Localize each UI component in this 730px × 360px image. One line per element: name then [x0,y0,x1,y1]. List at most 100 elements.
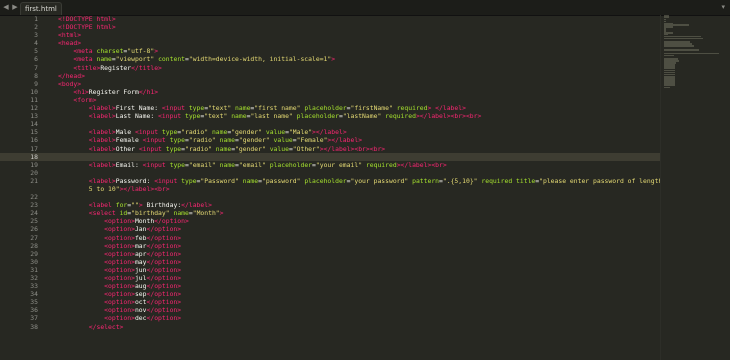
code-line[interactable]: 8 </head> [0,72,660,80]
line-number: 15 [30,128,38,137]
code-line[interactable]: 27 <option>feb</option> [0,234,660,242]
code-token: </title> [131,63,162,72]
code-line[interactable]: 11 <form> [0,96,660,104]
code-line[interactable]: 3 <html> [0,31,660,39]
line-number: 36 [30,306,38,315]
editor-window: ◀ ▶ first.html ▾ 1 <!DOCTYPE html> 2 <!DOCT… [0,0,730,360]
code-line[interactable]: 37 <option>dec</option> [0,314,660,322]
code-line[interactable]: 32 <option>jul</option> [0,274,660,282]
code-line[interactable]: 6 <meta name="viewport" content="width=d… [0,55,660,63]
code-token: type [188,104,205,113]
code-line[interactable]: 12 <label>First Name: <input type="text"… [0,104,660,112]
code-line[interactable]: 24 <select id="birthday" name="Month"> [0,209,660,217]
code-token: sep [134,290,147,299]
code-line[interactable]: 19 <label>Email: <input type="email" nam… [0,161,660,169]
code-token: <option> [104,282,135,291]
code-line[interactable]: 29 <option>apr</option> [0,250,660,258]
code-text: 5 to 10"></label><br> [58,185,170,193]
code-token: <option> [104,249,135,258]
code-token: "radio" [185,144,212,153]
code-token: required [396,104,428,113]
code-line[interactable]: 5 <meta charset="utf-8"> [0,47,660,55]
code-token: Last Name: [115,112,159,121]
code-line[interactable]: 20 [0,169,660,177]
code-token: <label> [88,112,116,121]
code-line[interactable]: 17 <label>Other <input type="radio" name… [0,145,660,153]
line-number: 6 [34,55,38,64]
line-number: 29 [30,249,38,258]
scroll-tabs-left-icon[interactable]: ◀ [2,2,10,13]
code-token: <label> [88,160,116,169]
code-token: Female [115,136,143,145]
code-line[interactable]: 1 <!DOCTYPE html> [0,15,660,23]
code-line[interactable]: 15 <label>Male <input type="radio" name=… [0,128,660,136]
code-token: "utf-8" [127,47,155,56]
tab-first-html[interactable]: first.html [20,2,62,15]
code-line[interactable]: 31 <option>jun</option> [0,266,660,274]
tab-nav-arrows: ◀ ▶ [2,2,19,13]
code-text: <option>Month</option> [58,217,189,225]
code-token: 5 to 10" [58,184,120,193]
code-line[interactable]: 10 <h1>Register Form</h1> [0,88,660,96]
code-token: ></label> [312,128,347,137]
scroll-tabs-right-icon[interactable]: ▶ [11,2,19,13]
code-token: name [242,176,259,185]
tab-menu-icon[interactable]: ▾ [721,2,725,12]
code-line[interactable]: 22 [0,193,660,201]
code-editor[interactable]: 1 <!DOCTYPE html> 2 <!DOCTYPE html> 3 <html> 4… [0,15,660,360]
code-token: </h1> [138,87,159,96]
code-line[interactable]: 5 to 10"></label><br> [0,185,660,193]
code-line[interactable]: 36 <option>nov</option> [0,306,660,314]
code-line[interactable]: 33 <option>aug</option> [0,282,660,290]
minimap[interactable] [660,15,730,360]
code-token: > </label> [427,104,466,113]
code-token: "text" [208,104,232,113]
code-text: <body> [58,80,81,88]
line-number: 24 [30,209,38,218]
code-line[interactable]: 26 <option>Jan</option> [0,225,660,233]
code-token: ></label><br><br> [415,112,482,121]
line-number: 10 [30,87,38,96]
code-token: <input [134,128,162,137]
code-line[interactable]: 14 [0,120,660,128]
code-line[interactable]: 13 <label>Last Name: <input type="text" … [0,112,660,120]
code-line[interactable]: 7 <title>Register</title> [0,64,660,72]
code-line[interactable]: 38 </select> [0,323,660,331]
tab-bar: ◀ ▶ first.html ▾ [0,0,730,16]
code-token: Month [134,217,155,226]
code-token: Register [100,63,132,72]
code-token: <form> [73,95,97,104]
code-token: "radio" [181,128,209,137]
line-number: 8 [34,71,38,80]
code-line[interactable]: 9 <body> [0,80,660,88]
code-line[interactable]: 28 <option>mar</option> [0,242,660,250]
code-token: <option> [104,265,135,274]
code-text: <h1>Register Form</h1> [58,88,158,96]
code-token: "Month" [192,209,220,218]
code-token: <input [158,112,185,121]
code-line[interactable]: 21 <label>Password: <input type="Passwor… [0,177,660,185]
code-token: "firstName" [350,104,393,113]
code-line[interactable]: 23 <label for=""> Birthday:</label> [0,201,660,209]
code-token: type [165,144,182,153]
code-line[interactable]: 16 <label>Female <input type="radio" nam… [0,136,660,144]
code-line[interactable]: 2 <!DOCTYPE html> [0,23,660,31]
code-line[interactable]: 34 <option>sep</option> [0,290,660,298]
code-token: <option> [104,314,135,323]
code-token: name [219,136,236,145]
minimap-line [664,37,703,40]
code-line[interactable]: 35 <option>oct</option> [0,298,660,306]
code-token: <input [142,136,170,145]
code-line[interactable]: 18 [0,152,660,161]
code-line[interactable]: 4 <head> [0,39,660,47]
code-token: <label> [88,144,116,153]
code-token: Register Form [88,87,139,96]
code-line[interactable]: 25 <option>Month</option> [0,217,660,225]
code-token: </option> [146,233,182,242]
code-line[interactable]: 30 <option>may</option> [0,258,660,266]
code-token: </option> [146,257,182,266]
